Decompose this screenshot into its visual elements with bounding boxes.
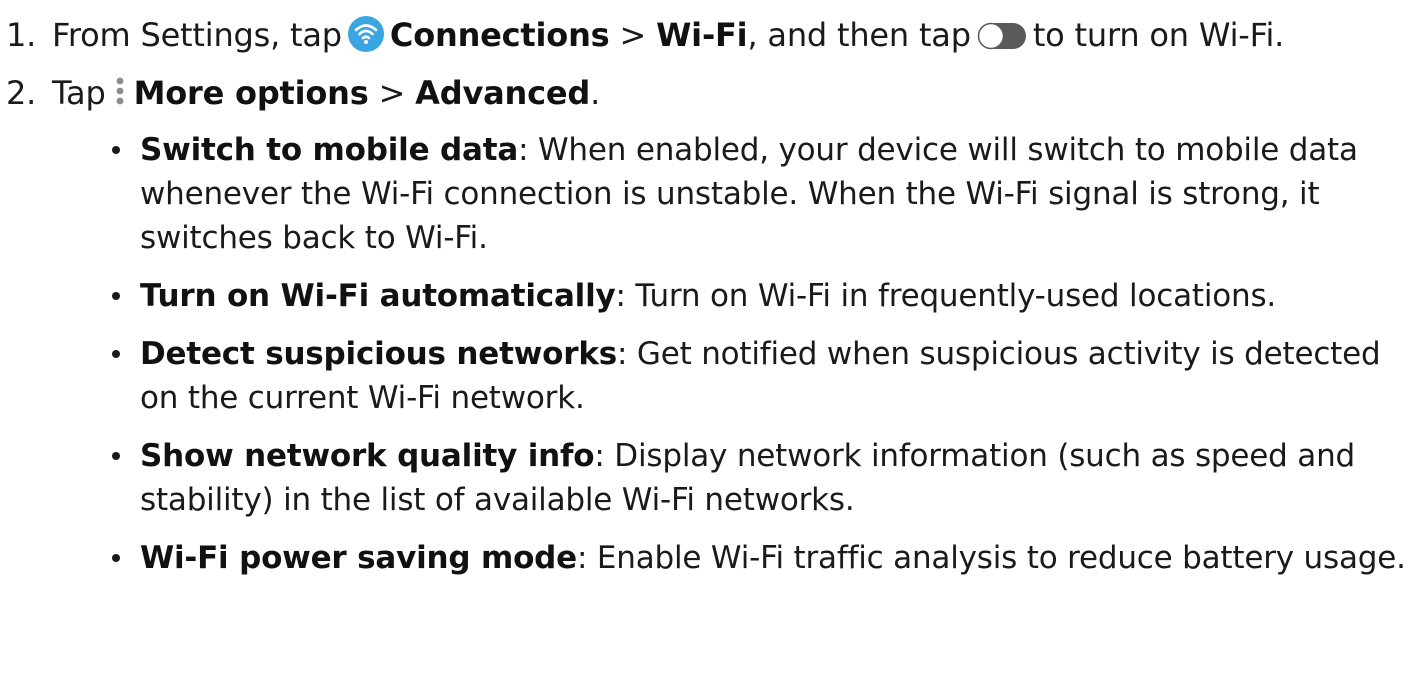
step-text: . [590,74,601,112]
list-item: Show network quality info: Display netwo… [108,434,1408,522]
bullet-icon [112,350,120,358]
bullet-icon [112,452,120,460]
option-description: : Turn on Wi-Fi in frequently-used locat… [615,278,1277,314]
option-term: Turn on Wi-Fi automatically [140,278,616,314]
step-text: From Settings, tap [52,16,342,54]
step-number: 1. [6,16,37,54]
bullet-icon [112,146,120,154]
option-term: Show network quality info [140,438,595,474]
instructions-document: 1. From Settings, tap Connections > Wi-Fi,… [0,0,1427,676]
step-number: 2. [6,74,37,112]
option-term: Switch to mobile data [140,132,519,168]
advanced-label: Advanced [415,74,591,112]
bullet-icon [112,554,120,562]
option-term: Detect suspicious networks [140,336,617,372]
option-term: Wi-Fi power saving mode [140,540,577,576]
more-options-label: More options [133,74,369,112]
option-description: : Enable Wi-Fi traffic analysis to reduc… [576,540,1406,576]
separator: > [609,16,657,54]
advanced-options-list: Switch to mobile data: When enabled, you… [108,128,1408,594]
step-text: , and then tap [747,16,971,54]
list-item: Turn on Wi-Fi automatically: Turn on Wi-… [108,274,1408,318]
more-options-icon [112,74,128,110]
step-2: 2. Tap More options > Advanced. [6,70,600,116]
step-1: 1. From Settings, tap Connections > Wi-Fi,… [6,12,1284,58]
bullet-icon [112,292,120,300]
step-text: Tap [52,74,106,112]
step-text: to turn on Wi-Fi. [1032,16,1285,54]
list-item: Detect suspicious networks: Get notified… [108,332,1408,420]
wifi-icon [347,16,384,52]
list-item: Wi-Fi power saving mode: Enable Wi-Fi tr… [108,536,1408,580]
list-item: Switch to mobile data: When enabled, you… [108,128,1408,260]
toggle-switch-icon [977,16,1027,50]
wifi-label: Wi-Fi [656,16,748,54]
separator: > [368,74,416,112]
connections-label: Connections [389,16,610,54]
